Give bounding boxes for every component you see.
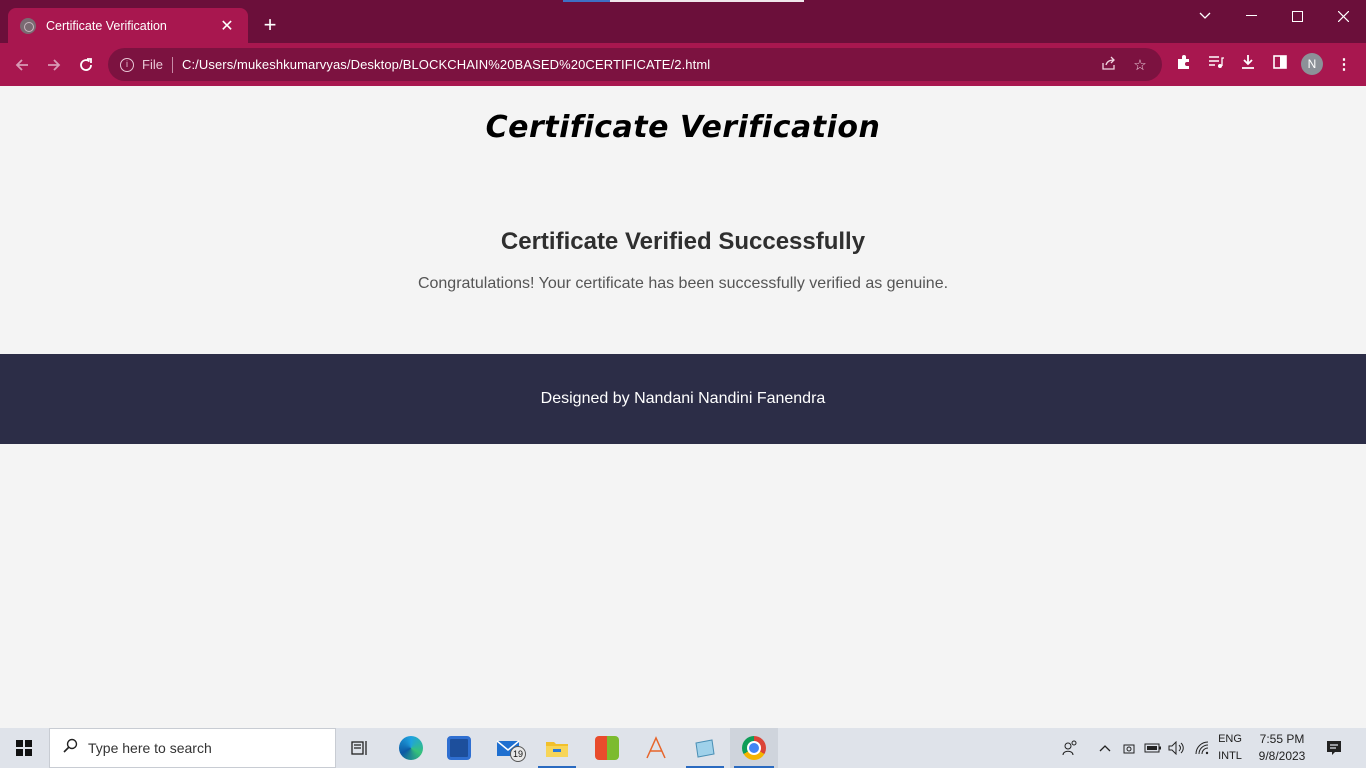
system-clock[interactable]: 7:55 PM 9/8/2023 (1252, 731, 1312, 765)
url-text[interactable]: C:/Users/mukeshkumarvyas/Desktop/BLOCKCH… (182, 57, 1086, 72)
battery-icon[interactable] (1142, 728, 1164, 768)
show-hidden-icons-icon[interactable] (1096, 728, 1114, 768)
window-close-button[interactable] (1320, 0, 1366, 32)
share-icon[interactable] (1098, 56, 1118, 74)
bookmark-star-icon[interactable]: ☆ (1130, 56, 1150, 74)
windows-logo-icon (16, 740, 32, 756)
reload-button[interactable] (71, 50, 101, 80)
url-scheme-label: File (142, 57, 163, 72)
file-explorer-icon[interactable] (534, 728, 580, 768)
chevron-down-icon[interactable] (1182, 0, 1228, 32)
titlebar-accent (563, 0, 804, 2)
globe-icon (20, 17, 36, 34)
address-bar[interactable]: i File C:/Users/mukeshkumarvyas/Desktop/… (108, 48, 1162, 81)
mail-icon[interactable]: 19 (486, 728, 532, 768)
browser-toolbar: i File C:/Users/mukeshkumarvyas/Desktop/… (0, 43, 1366, 86)
keyboard-layout: INTL (1218, 750, 1242, 762)
clock-date: 9/8/2023 (1258, 749, 1306, 763)
search-placeholder: Type here to search (88, 740, 212, 756)
acrobat-icon[interactable] (633, 728, 679, 768)
info-icon[interactable]: i (120, 57, 134, 72)
notification-center-icon[interactable] (1316, 728, 1352, 768)
mail-badge: 19 (510, 746, 526, 762)
office-app-icon[interactable] (584, 728, 630, 768)
search-icon (62, 738, 78, 759)
wifi-icon[interactable] (1192, 728, 1212, 768)
media-controls-icon[interactable] (1205, 54, 1227, 76)
new-tab-button[interactable]: + (258, 13, 282, 37)
chrome-icon[interactable] (730, 728, 778, 768)
profile-avatar[interactable]: N (1301, 53, 1323, 75)
browser-titlebar: Certificate Verification ✕ + (0, 0, 1366, 43)
browser-tab[interactable]: Certificate Verification ✕ (8, 8, 248, 43)
minimize-button[interactable] (1228, 0, 1274, 32)
taskbar-search[interactable]: Type here to search (49, 728, 336, 768)
store-icon[interactable] (436, 728, 482, 768)
download-icon[interactable] (1237, 54, 1259, 76)
start-button[interactable] (0, 728, 48, 768)
side-panel-icon[interactable] (1269, 54, 1291, 76)
meet-now-icon[interactable] (1120, 728, 1138, 768)
clock-time: 7:55 PM (1259, 732, 1305, 746)
more-menu-icon[interactable]: ⋮ (1333, 54, 1355, 76)
forward-button[interactable] (39, 50, 69, 80)
input-language-indicator[interactable]: ENG INTL (1212, 731, 1248, 765)
language-code: ENG (1218, 733, 1242, 745)
task-view-icon[interactable] (337, 728, 383, 768)
page-footer: Designed by Nandani Nandini Fanendra (0, 354, 1366, 444)
tab-close-button[interactable]: ✕ (218, 16, 236, 36)
windows-taskbar: Type here to search 19 ENG INTL 7:55 PM … (0, 728, 1366, 768)
verification-heading: Certificate Verified Successfully (500, 228, 866, 255)
footer-credit: Designed by Nandani Nandini Fanendra (540, 390, 826, 407)
page-content: Certificate Verification Certificate Ver… (0, 86, 1366, 728)
tab-title: Certificate Verification (46, 18, 167, 33)
omnibox-divider (171, 56, 173, 73)
notes-app-icon[interactable] (682, 728, 728, 768)
extensions-puzzle-icon[interactable] (1173, 54, 1195, 76)
edge-browser-icon[interactable] (388, 728, 434, 768)
verification-message: Congratulations! Your certificate has be… (417, 275, 949, 292)
maximize-button[interactable] (1274, 0, 1320, 32)
volume-icon[interactable] (1166, 728, 1188, 768)
people-icon[interactable] (1058, 728, 1082, 768)
back-button[interactable] (7, 50, 37, 80)
page-title: Certificate Verification (485, 110, 881, 145)
